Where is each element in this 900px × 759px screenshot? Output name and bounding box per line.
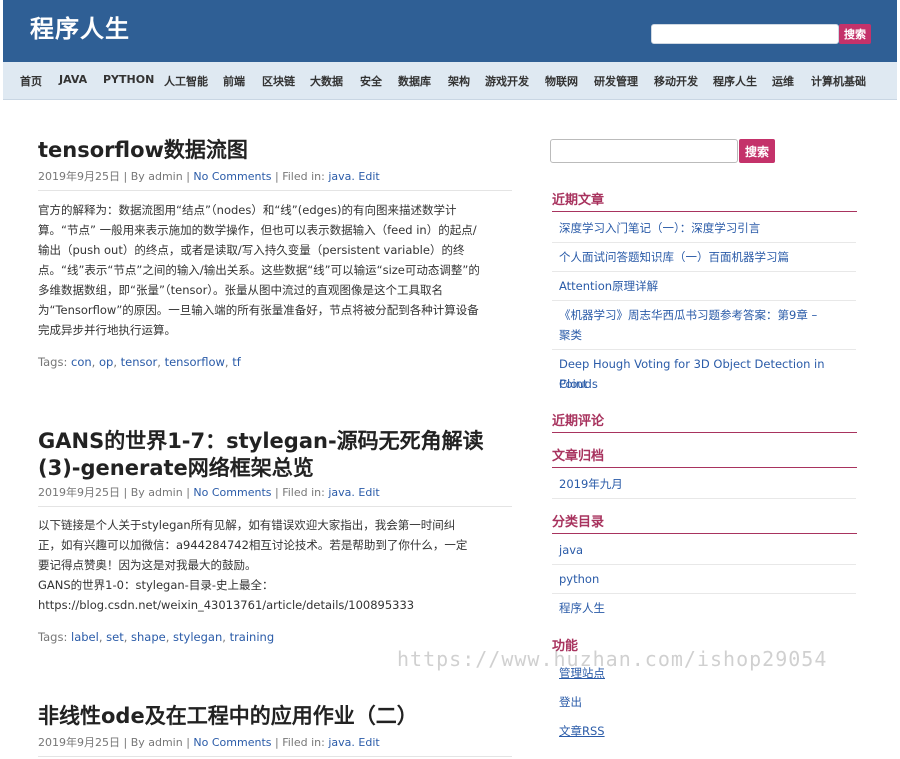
nav-item-programmer-life[interactable]: 程序人生: [713, 73, 757, 89]
post-excerpt: 官方的解释为：数据流图用“结点”（nodes）和“线”(edges)的有向图来描…: [38, 200, 514, 340]
tag-link[interactable]: shape: [131, 630, 166, 644]
nav-item-cs-basics[interactable]: 计算机基础: [811, 73, 866, 89]
excerpt-line: GANS的世界1-0：stylegan-目录-史上最全：: [38, 578, 274, 592]
tag-link[interactable]: stylegan: [173, 630, 222, 644]
recent-posts-title: 近期文章: [552, 189, 857, 212]
recent-post-link[interactable]: 深度学习入门笔记（一）：深度学习引言: [552, 218, 856, 243]
post-title[interactable]: tensorflow数据流图: [38, 137, 248, 164]
nav-item-blockchain[interactable]: 区块链: [262, 73, 295, 89]
post-date-author: 2019年9月25日 | By admin |: [38, 736, 190, 749]
main-nav: 首页 JAVA PYTHON 人工智能 前端 区块链 大数据 安全 数据库 架构…: [3, 62, 897, 100]
nav-item-ops[interactable]: 运维: [772, 73, 794, 89]
edit-link[interactable]: Edit: [358, 736, 379, 749]
nav-item-python[interactable]: PYTHON: [103, 73, 154, 86]
watermark: https://www.huzhan.com/ishop29054: [397, 647, 828, 671]
recent-comments-title: 近期评论: [552, 410, 857, 433]
category-link[interactable]: java: [328, 486, 351, 499]
nav-item-ai[interactable]: 人工智能: [164, 73, 208, 89]
post-excerpt: 以下链接是个人关于stylegan所有见解，如有错误欢迎大家指出，我会第一时间纠…: [38, 515, 514, 615]
excerpt-line: 正，如有兴趣可以加微信：a944284742相互讨论技术。若是帮助到了你什么，一…: [38, 538, 468, 552]
nav-item-mobile[interactable]: 移动开发: [654, 73, 698, 89]
post-date-author: 2019年9月25日 | By admin |: [38, 170, 190, 183]
recent-post-link[interactable]: Clouds: [552, 374, 856, 398]
excerpt-line: 完成异步并行地执行运算。: [38, 323, 176, 337]
excerpt-line: 官方的解释为：数据流图用“结点”（nodes）和“线”(edges)的有向图来描…: [38, 203, 457, 217]
filed-in-label: | Filed in:: [275, 170, 325, 183]
edit-link[interactable]: Edit: [358, 170, 379, 183]
nav-item-iot[interactable]: 物联网: [545, 73, 578, 89]
nav-item-frontend[interactable]: 前端: [223, 73, 245, 89]
site-header: 程序人生 搜索: [3, 0, 897, 62]
tag-link[interactable]: tensorflow: [165, 355, 225, 369]
category-link[interactable]: 程序人生: [552, 598, 856, 622]
comments-link[interactable]: No Comments: [193, 736, 271, 749]
recent-post-link[interactable]: 个人面试问答题知识库（一）百面机器学习篇: [552, 247, 856, 272]
tag-link[interactable]: tf: [232, 355, 241, 369]
tag-link[interactable]: con: [71, 355, 92, 369]
excerpt-line: 以下链接是个人关于stylegan所有见解，如有错误欢迎大家指出，我会第一时间纠: [38, 518, 456, 532]
tags-label: Tags:: [38, 355, 68, 369]
tag-link[interactable]: set: [106, 630, 124, 644]
header-search-input[interactable]: [651, 24, 839, 44]
post-title-line[interactable]: GANS的世界1-7：stylegan-源码无死角解读: [38, 428, 484, 455]
post-tags: Tags: label, set, shape, stylegan, train…: [38, 630, 275, 644]
tag-link[interactable]: tensor: [121, 355, 158, 369]
tag-link[interactable]: training: [230, 630, 275, 644]
sidebar-search-input[interactable]: [550, 139, 738, 163]
post-title[interactable]: 非线性ode及在工程中的应用作业（二）: [38, 703, 418, 730]
sidebar-search-button[interactable]: 搜索: [739, 139, 775, 163]
archive-link[interactable]: 2019年九月: [552, 474, 856, 499]
recent-post-link[interactable]: 聚类: [552, 325, 856, 350]
header-search-button[interactable]: 搜索: [839, 24, 871, 44]
excerpt-line: 点。“线”表示“节点”之间的输入/输出关系。这些数据“线”可以输运“size可动…: [38, 263, 480, 277]
category-link[interactable]: python: [552, 569, 856, 594]
comments-link[interactable]: No Comments: [193, 486, 271, 499]
nav-item-gamedev[interactable]: 游戏开发: [485, 73, 529, 89]
excerpt-line: https://blog.csdn.net/weixin_43013761/ar…: [38, 598, 415, 612]
comments-link[interactable]: No Comments: [193, 170, 271, 183]
category-link[interactable]: java: [328, 736, 351, 749]
nav-item-architecture[interactable]: 架构: [448, 73, 470, 89]
categories-title: 分类目录: [552, 511, 857, 534]
excerpt-line: 算。“节点” 一般用来表示施加的数学操作，但也可以表示数据输入（feed in）…: [38, 223, 477, 237]
excerpt-line: 多维数据数组，即“张量”（tensor）。张量从图中流过的直观图像是这个工具取名: [38, 283, 444, 297]
excerpt-line: 要记得点赞奥！因为这是对我最大的鼓励。: [38, 558, 257, 572]
edit-link[interactable]: Edit: [358, 486, 379, 499]
filed-in-label: | Filed in:: [275, 486, 325, 499]
meta-link[interactable]: 登出: [552, 692, 856, 716]
nav-item-java[interactable]: JAVA: [59, 73, 87, 86]
category-link[interactable]: java: [328, 170, 351, 183]
tags-label: Tags:: [38, 630, 68, 644]
nav-item-home[interactable]: 首页: [20, 73, 42, 89]
site-title[interactable]: 程序人生: [30, 9, 130, 44]
nav-item-security[interactable]: 安全: [360, 73, 382, 89]
excerpt-line: 为“Tensorflow”的原因。一旦输入端的所有张量准备好，节点将被分配到各种…: [38, 303, 479, 317]
nav-item-database[interactable]: 数据库: [398, 73, 431, 89]
tag-link[interactable]: op: [99, 355, 113, 369]
meta-link[interactable]: 文章RSS: [552, 721, 856, 745]
post-date-author: 2019年9月25日 | By admin |: [38, 486, 190, 499]
post-meta: 2019年9月25日 | By admin | No Comments | Fi…: [38, 734, 512, 757]
post-meta: 2019年9月25日 | By admin | No Comments | Fi…: [38, 484, 512, 507]
post-title[interactable]: GANS的世界1-7：stylegan-源码无死角解读 (3)-generate…: [38, 428, 484, 482]
recent-post-link[interactable]: 《机器学习》周志华西瓜书习题参考答案：第9章 –: [552, 305, 856, 325]
tag-link[interactable]: label: [71, 630, 99, 644]
filed-in-label: | Filed in:: [275, 736, 325, 749]
nav-item-bigdata[interactable]: 大数据: [310, 73, 343, 89]
recent-post-link[interactable]: Attention原理详解: [552, 276, 856, 301]
category-link[interactable]: java: [552, 540, 856, 565]
excerpt-line: 输出（push out）的终点，或者是读取/写入持久变量（persistent …: [38, 243, 465, 257]
post-title-line[interactable]: (3)-generate网络框架总览: [38, 455, 484, 482]
archives-title: 文章归档: [552, 445, 857, 468]
nav-item-rd-management[interactable]: 研发管理: [594, 73, 638, 89]
post-tags: Tags: con, op, tensor, tensorflow, tf: [38, 355, 241, 369]
post-meta: 2019年9月25日 | By admin | No Comments | Fi…: [38, 168, 512, 191]
